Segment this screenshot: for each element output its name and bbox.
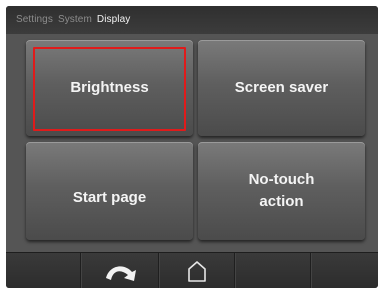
home-icon bbox=[187, 261, 206, 282]
breadcrumb-item-system[interactable]: System bbox=[58, 14, 92, 36]
back-arrow-icon bbox=[105, 266, 136, 281]
no-touch-action-line2: action bbox=[259, 193, 304, 210]
brightness-label: Brightness bbox=[70, 79, 149, 96]
no-touch-action-label: No-touch action bbox=[249, 169, 315, 213]
screen-saver-tile[interactable]: Screen saver bbox=[198, 40, 365, 136]
display-settings-screen: Settings System Display Brightness Scree… bbox=[6, 6, 378, 288]
start-page-label: Start page bbox=[72, 189, 147, 206]
nav-divider bbox=[310, 253, 311, 288]
breadcrumb: Settings System Display bbox=[6, 6, 378, 36]
back-button[interactable] bbox=[81, 253, 158, 288]
brightness-tile[interactable]: Brightness bbox=[26, 40, 193, 136]
no-touch-action-line1: No-touch bbox=[248, 171, 315, 188]
breadcrumb-item-display: Display bbox=[96, 14, 131, 25]
breadcrumb-item-settings[interactable]: Settings bbox=[16, 14, 53, 36]
screen-saver-label: Screen saver bbox=[234, 79, 329, 96]
home-button[interactable] bbox=[159, 253, 234, 288]
nav-divider bbox=[234, 253, 235, 288]
bottom-navigation-bar bbox=[6, 252, 378, 288]
menu-grid: Brightness Screen saver Start page No-to… bbox=[6, 34, 378, 252]
start-page-tile[interactable]: Start page bbox=[26, 142, 193, 240]
no-touch-action-tile[interactable]: No-touch action bbox=[198, 142, 365, 240]
